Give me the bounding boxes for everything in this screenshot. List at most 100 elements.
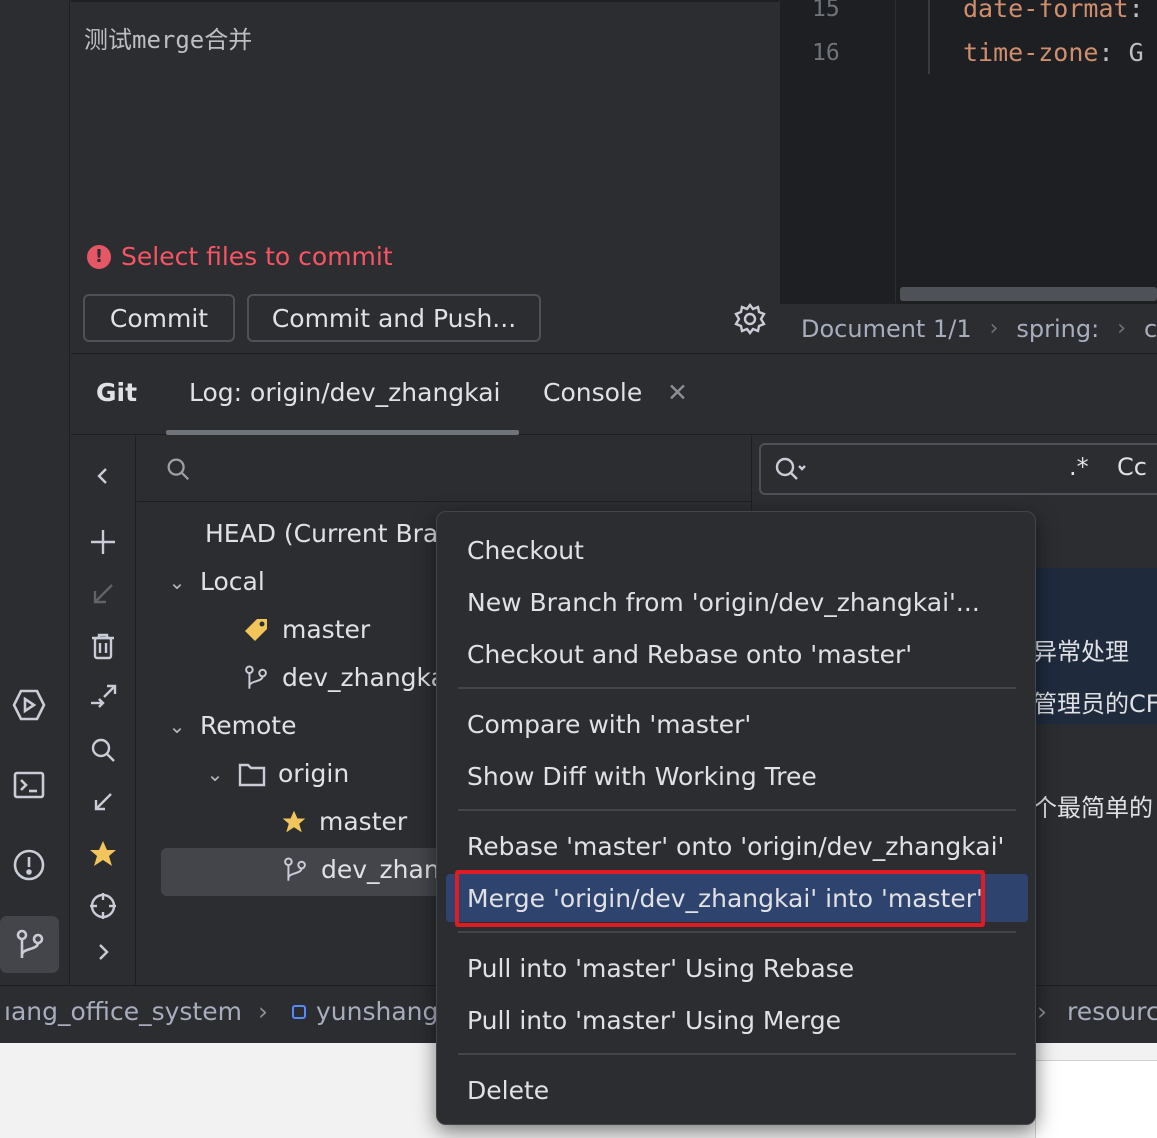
menu-item-rebase[interactable]: Rebase 'master' onto 'origin/dev_zhangka… — [446, 822, 1028, 870]
chevron-down-icon[interactable]: ⌄ — [166, 714, 188, 738]
yaml-separator: : G — [1098, 38, 1144, 67]
chevron-right-icon: › — [258, 997, 268, 1026]
active-tab-indicator — [166, 430, 519, 435]
breadcrumb-item[interactable]: spring: — [1016, 315, 1099, 343]
remote-origin-label: origin — [278, 759, 350, 788]
yaml-separator: : — [1128, 0, 1144, 23]
code-line: time-zone: G — [963, 38, 1144, 67]
locate-icon[interactable] — [86, 889, 120, 923]
tab-log[interactable]: Log: origin/dev_zhangkai — [189, 378, 500, 407]
close-icon[interactable]: ✕ — [667, 378, 688, 407]
branch-icon — [245, 664, 267, 689]
status-project[interactable]: ıang_office_system — [4, 997, 242, 1026]
yaml-key: date-format — [963, 0, 1129, 23]
commit-warning-text: Select files to commit — [121, 242, 393, 271]
fetch-icon[interactable] — [86, 681, 120, 715]
line-number: 15 — [812, 0, 840, 22]
code-line: date-format: — [963, 0, 1144, 23]
update-icon[interactable] — [86, 785, 120, 819]
tool-window-strip — [0, 0, 70, 985]
tab-git[interactable]: Git — [96, 378, 137, 407]
star-icon — [282, 810, 306, 832]
editor-breadcrumb: Document 1/1 › spring: › c — [780, 303, 1157, 353]
log-search-input[interactable]: .* Cc — [759, 443, 1157, 495]
tab-console[interactable]: Console — [543, 378, 642, 407]
git-tool-window-header: Git Log: origin/dev_zhangkai Console ✕ — [71, 353, 1157, 435]
menu-item-checkout-rebase[interactable]: Checkout and Rebase onto 'master' — [446, 630, 1028, 678]
menu-separator — [458, 1053, 1016, 1055]
problems-icon[interactable] — [8, 844, 50, 886]
menu-separator — [458, 687, 1016, 689]
chevron-down-icon[interactable]: ⌄ — [166, 570, 188, 594]
plus-icon[interactable] — [86, 525, 120, 559]
checkout-arrow-icon[interactable] — [86, 577, 120, 611]
log-commit-message[interactable]: 管理员的CF — [1033, 684, 1157, 719]
chevron-right-icon: › — [989, 316, 999, 341]
code-editor[interactable]: 15 date-format: 16 time-zone: G — [780, 0, 1157, 303]
menu-separator — [458, 931, 1016, 933]
menu-item-show-diff[interactable]: Show Diff with Working Tree — [446, 752, 1028, 800]
tree-remote-master[interactable]: master — [281, 807, 407, 836]
terminal-icon[interactable] — [8, 764, 50, 806]
merge-highlight-annotation — [455, 870, 985, 927]
menu-item-delete[interactable]: Delete — [446, 1066, 1028, 1114]
regex-toggle[interactable]: .* — [1069, 453, 1089, 481]
search-icon[interactable] — [86, 733, 120, 767]
tree-origin[interactable]: ⌄ origin — [204, 759, 350, 788]
branch-search-input[interactable] — [137, 436, 751, 502]
branch-label: master — [319, 807, 408, 836]
tag-icon — [245, 618, 267, 641]
chevron-right-icon: › — [1037, 997, 1047, 1026]
tree-local-dev[interactable]: dev_zhangka — [242, 663, 446, 692]
local-label: Local — [200, 567, 265, 596]
outside-window-panel — [1035, 1060, 1157, 1138]
chevron-right-icon[interactable] — [86, 935, 120, 969]
menu-item-pull-merge[interactable]: Pull into 'master' Using Merge — [446, 996, 1028, 1044]
search-options-icon[interactable] — [773, 455, 807, 485]
commit-message-field[interactable]: 测试merge合并 — [84, 20, 252, 55]
tree-local-master[interactable]: master — [242, 615, 370, 644]
log-commit-message[interactable]: 异常处理 — [1033, 632, 1129, 667]
branch-icon — [284, 856, 306, 881]
branch-label: dev_zhan — [321, 855, 440, 884]
git-branch-icon[interactable] — [0, 916, 59, 973]
commit-warning: ! Select files to commit — [87, 242, 393, 271]
branch-label: dev_zhangka — [282, 663, 446, 692]
run-icon[interactable] — [8, 684, 50, 726]
menu-item-checkout[interactable]: Checkout — [446, 526, 1028, 574]
indent-guide — [928, 0, 930, 74]
match-case-toggle[interactable]: Cc — [1117, 453, 1147, 481]
gear-icon[interactable] — [733, 302, 767, 336]
gutter-divider — [895, 0, 896, 303]
menu-item-compare[interactable]: Compare with 'master' — [446, 700, 1028, 748]
breadcrumb-item[interactable]: Document 1/1 — [801, 315, 972, 343]
folder-icon — [238, 763, 266, 786]
trash-icon[interactable] — [86, 629, 120, 663]
status-module[interactable]: yunshang — [292, 997, 438, 1026]
error-icon: ! — [87, 244, 111, 269]
yaml-key: time-zone — [963, 38, 1099, 67]
tree-remote[interactable]: ⌄ Remote — [166, 711, 297, 740]
commit-and-push-button[interactable]: Commit and Push... — [247, 294, 541, 342]
breadcrumb-item[interactable]: c — [1144, 315, 1157, 343]
log-commit-message[interactable]: 个最简单的 — [1033, 788, 1153, 823]
tree-head[interactable]: HEAD (Current Bra — [205, 519, 438, 548]
module-icon — [292, 1004, 306, 1019]
status-module-label: yunshang — [316, 997, 439, 1026]
commit-button[interactable]: Commit — [83, 294, 235, 342]
horizontal-scrollbar[interactable] — [900, 287, 1157, 301]
chevron-down-icon[interactable]: ⌄ — [204, 762, 226, 786]
head-label: HEAD (Current Bra — [205, 519, 439, 548]
status-tail[interactable]: resourc — [1067, 997, 1157, 1026]
star-icon[interactable] — [86, 837, 120, 871]
remote-label: Remote — [200, 711, 297, 740]
chevron-left-icon[interactable] — [86, 459, 120, 493]
commit-panel: 测试merge合并 ! Select files to commit Commi… — [71, 0, 779, 352]
menu-item-pull-rebase[interactable]: Pull into 'master' Using Rebase — [446, 944, 1028, 992]
tree-local[interactable]: ⌄ Local — [166, 567, 265, 596]
menu-separator — [458, 809, 1016, 811]
branch-context-menu: Checkout New Branch from 'origin/dev_zha… — [436, 511, 1036, 1125]
tree-remote-dev[interactable]: dev_zhan — [281, 855, 440, 884]
menu-item-new-branch[interactable]: New Branch from 'origin/dev_zhangkai'... — [446, 578, 1028, 626]
branch-label: master — [282, 615, 371, 644]
